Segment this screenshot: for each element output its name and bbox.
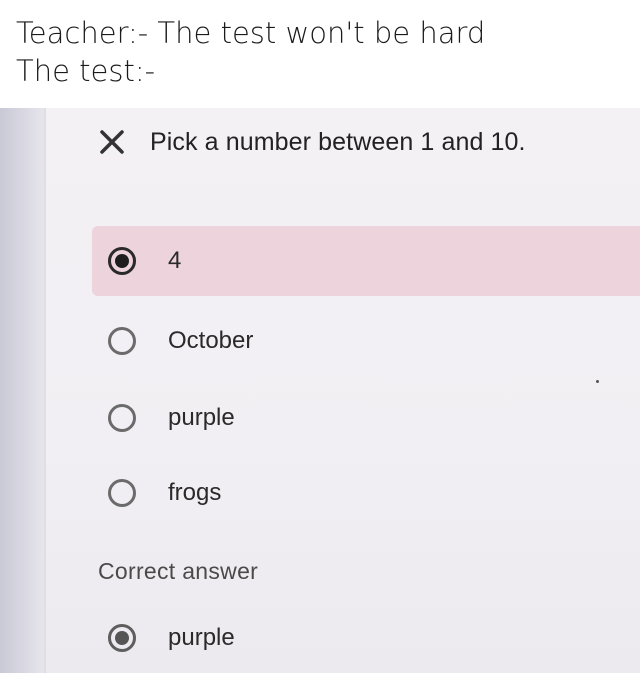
option-4[interactable]: 4 xyxy=(92,226,640,296)
option-purple[interactable]: purple xyxy=(92,383,640,453)
option-label: purple xyxy=(168,404,235,431)
caption-line-test: The test:- xyxy=(16,54,156,88)
left-divider xyxy=(44,108,46,673)
radio-empty-icon[interactable] xyxy=(108,327,136,355)
option-label: 4 xyxy=(168,247,182,274)
left-margin xyxy=(0,108,44,673)
caption-line-teacher: Teacher:- The test won't be hard xyxy=(16,16,486,50)
option-label: frogs xyxy=(168,479,222,506)
option-label: October xyxy=(168,327,254,354)
radio-selected-icon[interactable] xyxy=(108,247,136,275)
meme-caption: Teacher:- The test won't be hard The tes… xyxy=(16,14,485,90)
radio-empty-icon[interactable] xyxy=(108,479,136,507)
correct-answer-label: purple xyxy=(168,624,235,651)
option-frogs[interactable]: frogs xyxy=(92,458,640,528)
question-header: Pick a number between 1 and 10. xyxy=(96,122,526,162)
correct-answer-heading: Correct answer xyxy=(98,558,259,584)
radio-selected-icon xyxy=(108,624,136,652)
quiz-screenshot: Pick a number between 1 and 10. 4 Octobe… xyxy=(0,108,640,673)
dust-speck xyxy=(596,380,599,383)
option-october[interactable]: October xyxy=(92,306,640,376)
question-text: Pick a number between 1 and 10. xyxy=(150,127,526,156)
correct-answer-option: purple xyxy=(92,603,640,673)
close-icon xyxy=(96,126,128,158)
radio-empty-icon[interactable] xyxy=(108,404,136,432)
